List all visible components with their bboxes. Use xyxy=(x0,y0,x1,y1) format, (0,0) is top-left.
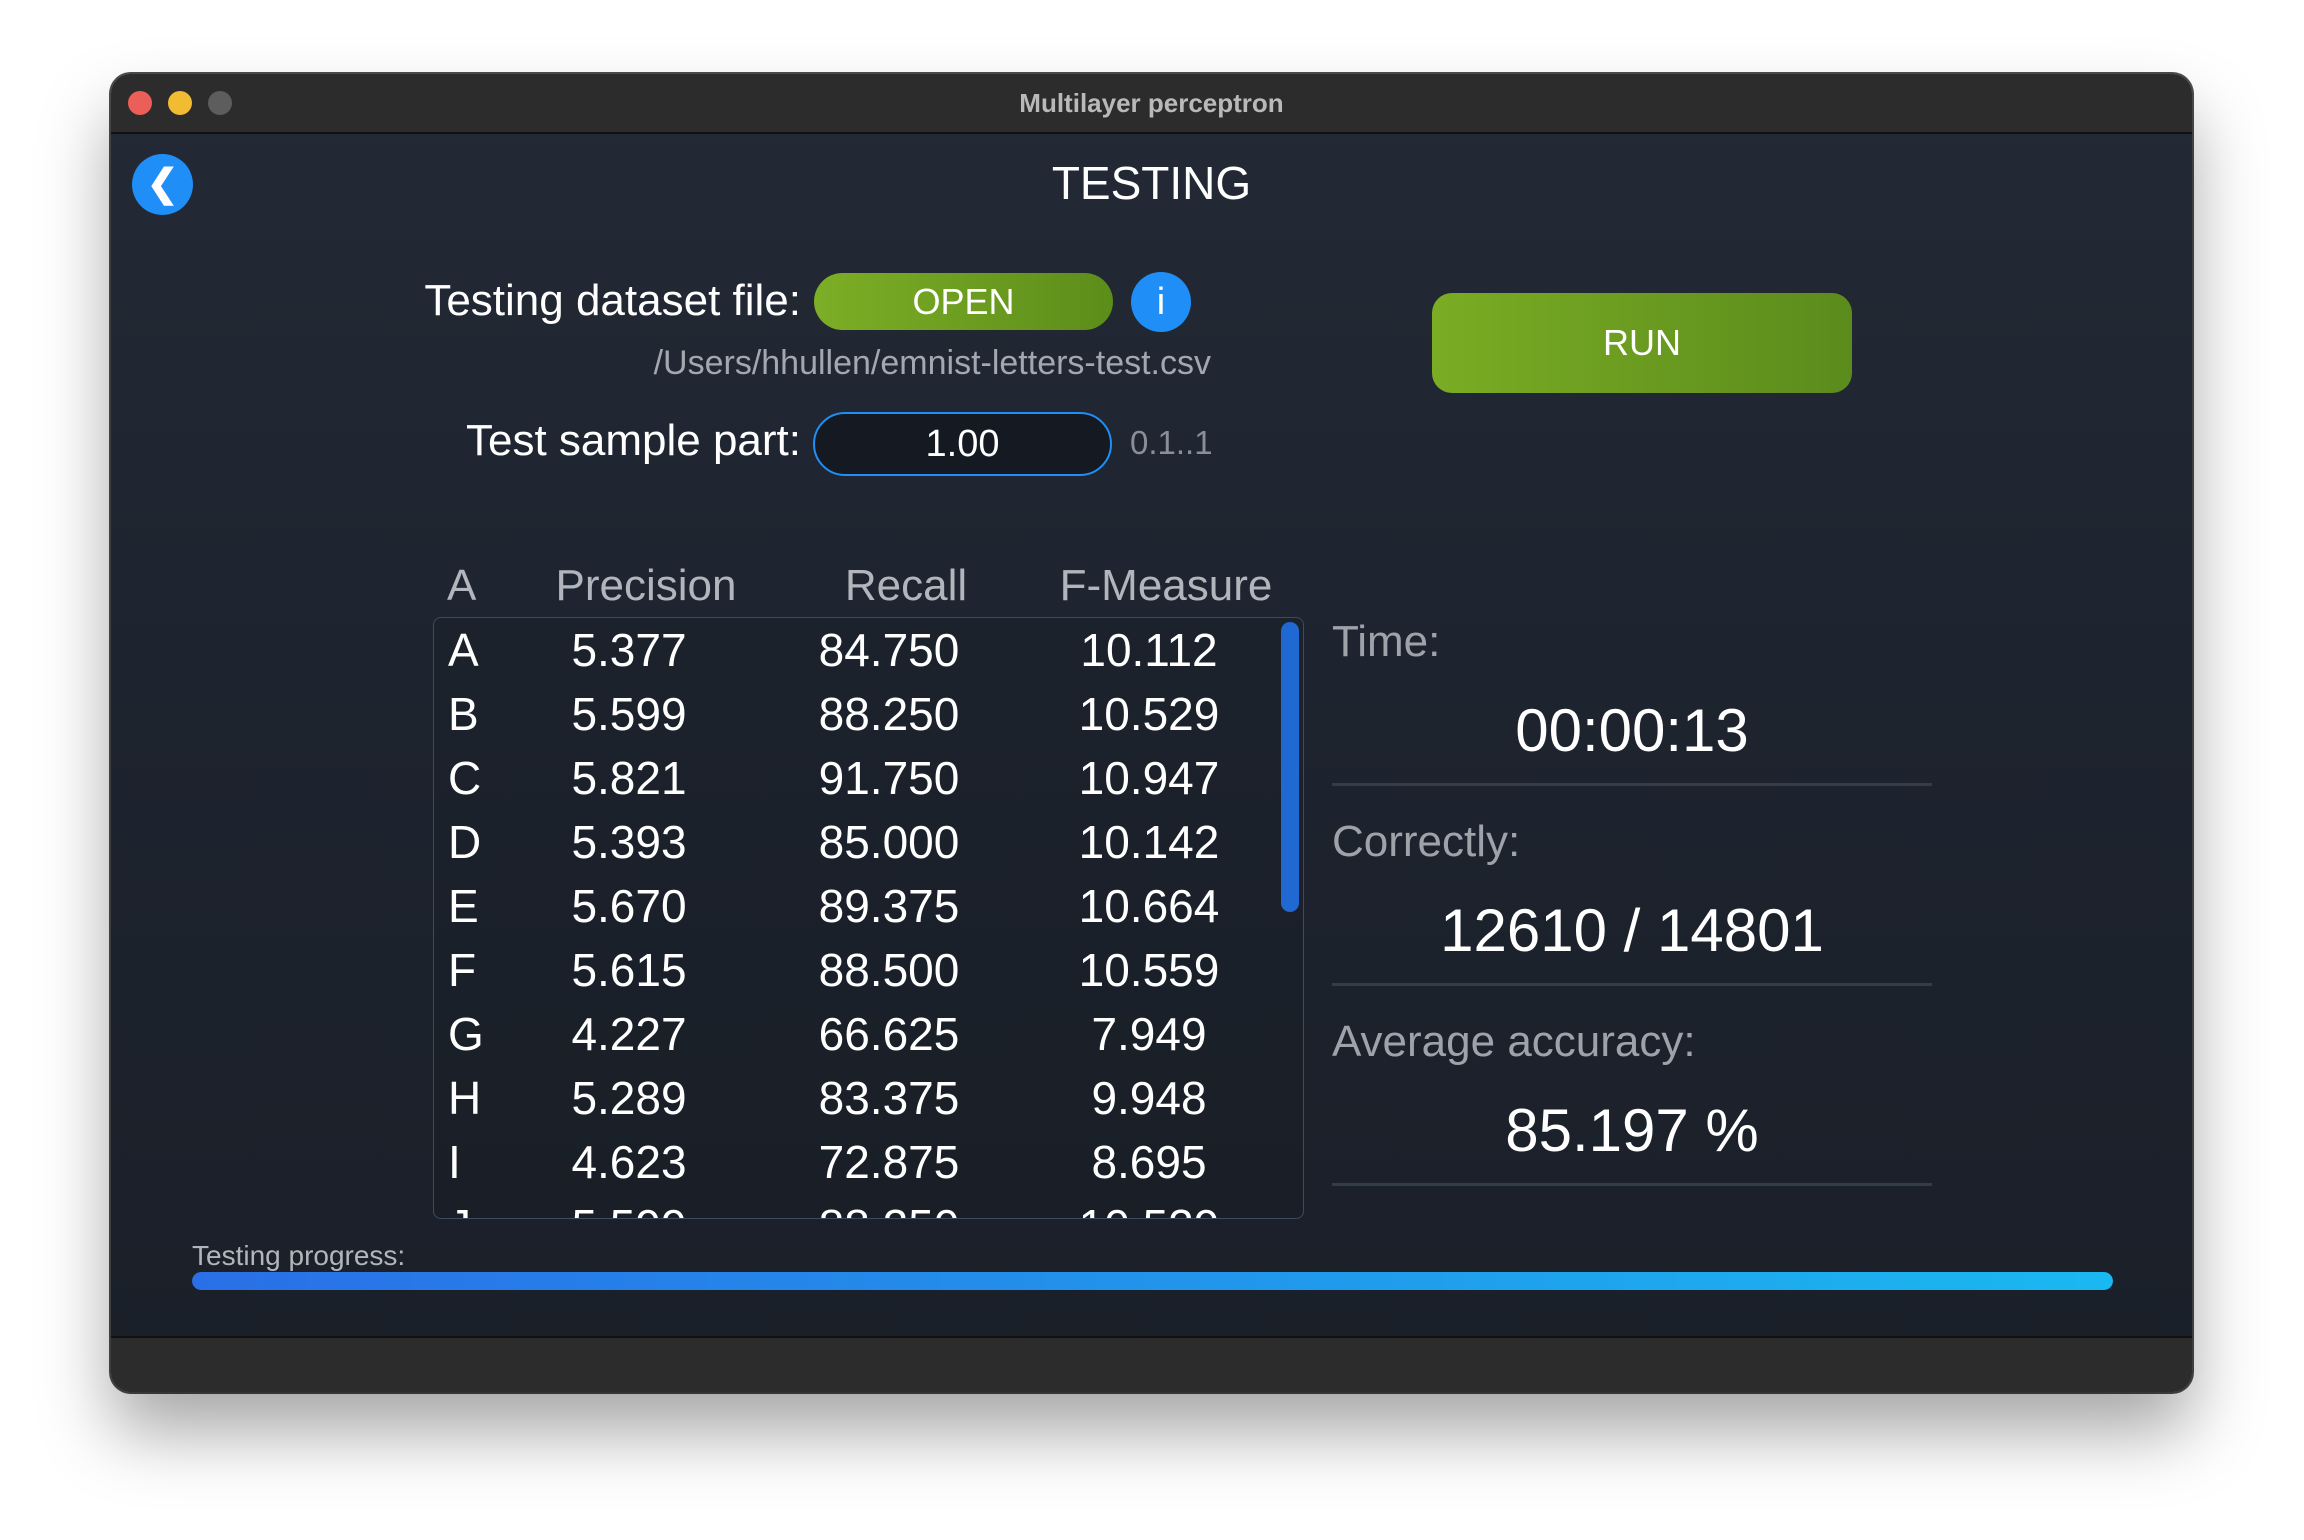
letter-cell: B xyxy=(448,688,479,740)
recall-cell: 85.000 xyxy=(818,816,960,868)
sample-range-hint: 0.1..1 xyxy=(1130,424,1213,461)
column-header-recall[interactable]: Recall xyxy=(791,561,1021,611)
recall-cell: 89.375 xyxy=(818,880,960,932)
precision-cell: 5.821 xyxy=(571,752,687,804)
precision-cell: 4.227 xyxy=(571,1008,687,1060)
progress-fill xyxy=(192,1272,2113,1290)
column-header-f-measure[interactable]: F-Measure xyxy=(1031,561,1301,611)
f-measure-cell: 10.112 xyxy=(1080,624,1218,676)
letter-cell: A xyxy=(448,624,479,676)
precision-cell: 5.377 xyxy=(571,624,687,676)
column-header-letter[interactable]: A xyxy=(447,561,476,611)
f-measure-cell: 10.947 xyxy=(1078,752,1220,804)
f-measure-cell: 10.142 xyxy=(1078,816,1220,868)
f-measure-cell: 10.529 xyxy=(1034,1194,1264,1218)
f-measure-cell: 10.529 xyxy=(1078,688,1220,740)
divider xyxy=(1332,983,1932,986)
precision-cell: 4.623 xyxy=(571,1136,687,1188)
precision-cell: 5.393 xyxy=(571,816,687,868)
precision-cell: 5.615 xyxy=(571,944,687,996)
letter-cell: E xyxy=(448,880,479,932)
table-row[interactable]: F 5.615 88.500 10.559 xyxy=(434,938,1303,1002)
run-button[interactable]: RUN xyxy=(1432,293,1852,393)
accuracy-label: Average accuracy: xyxy=(1332,1017,1696,1066)
f-measure-cell: 7.949 xyxy=(1091,1008,1207,1060)
info-icon: i xyxy=(1156,281,1166,323)
app-window: Multilayer perceptron ❮ TESTING Testing … xyxy=(111,74,2192,1392)
column-header-precision[interactable]: Precision xyxy=(531,561,761,611)
scrollbar-thumb[interactable] xyxy=(1281,622,1299,912)
recall-cell: 84.750 xyxy=(818,624,960,676)
progress-label: Testing progress: xyxy=(192,1240,406,1271)
page-title: TESTING xyxy=(1051,157,1252,209)
file-path: /Users/hhullen/emnist-letters-test.csv xyxy=(653,344,1211,382)
f-measure-cell: 10.559 xyxy=(1078,944,1220,996)
table-row[interactable]: E 5.670 89.375 10.664 xyxy=(434,874,1303,938)
letter-cell: J xyxy=(448,1194,482,1218)
metrics-table[interactable]: A 5.377 84.750 10.112 B 5.599 88.250 10.… xyxy=(433,617,1304,1219)
title-bar: Multilayer perceptron xyxy=(111,74,2192,134)
table-row[interactable]: H 5.289 83.375 9.948 xyxy=(434,1066,1303,1130)
table-row[interactable]: J 5.599 88.250 10.529 xyxy=(434,1194,1303,1218)
recall-cell: 72.875 xyxy=(818,1136,960,1188)
table-row[interactable]: B 5.599 88.250 10.529 xyxy=(434,682,1303,746)
precision-cell: 5.599 xyxy=(571,688,687,740)
recall-cell: 88.250 xyxy=(774,1194,1004,1218)
table-row[interactable]: G 4.227 66.625 7.949 xyxy=(434,1002,1303,1066)
recall-cell: 66.625 xyxy=(818,1008,960,1060)
info-button[interactable]: i xyxy=(1131,272,1191,332)
recall-cell: 91.750 xyxy=(818,752,960,804)
testing-progress-bar xyxy=(192,1272,2113,1290)
recall-cell: 88.500 xyxy=(818,944,960,996)
f-measure-cell: 9.948 xyxy=(1091,1072,1207,1124)
precision-cell: 5.289 xyxy=(571,1072,687,1124)
accuracy-value: 85.197 % xyxy=(1505,1097,1759,1164)
table-row[interactable]: I 4.623 72.875 8.695 xyxy=(434,1130,1303,1194)
table-row[interactable]: C 5.821 91.750 10.947 xyxy=(434,746,1303,810)
table-row[interactable]: A 5.377 84.750 10.112 xyxy=(434,618,1303,682)
sample-part-input[interactable]: 1.00 xyxy=(813,412,1112,476)
divider xyxy=(1332,783,1932,786)
f-measure-cell: 8.695 xyxy=(1091,1136,1207,1188)
table-scrollbar[interactable] xyxy=(1278,622,1300,1214)
dataset-file-label: Testing dataset file: xyxy=(424,276,801,325)
letter-cell: H xyxy=(448,1072,482,1124)
divider xyxy=(1332,1183,1932,1186)
correctly-value: 12610 / 14801 xyxy=(1440,897,1824,964)
open-file-button[interactable]: OPEN xyxy=(814,273,1113,330)
letter-cell: G xyxy=(448,1008,484,1060)
recall-cell: 88.250 xyxy=(818,688,960,740)
letter-cell: C xyxy=(448,752,482,804)
letter-cell: I xyxy=(448,1136,461,1188)
f-measure-cell: 10.664 xyxy=(1078,880,1220,932)
letter-cell: F xyxy=(448,944,477,996)
precision-cell: 5.670 xyxy=(571,880,687,932)
correctly-label: Correctly: xyxy=(1332,817,1521,866)
window-title: Multilayer perceptron xyxy=(1019,88,1284,118)
status-bar xyxy=(111,1336,2192,1392)
precision-cell: 5.599 xyxy=(514,1194,744,1218)
time-label: Time: xyxy=(1332,617,1441,666)
recall-cell: 83.375 xyxy=(818,1072,960,1124)
sample-part-label: Test sample part: xyxy=(465,416,801,465)
table-row[interactable]: D 5.393 85.000 10.142 xyxy=(434,810,1303,874)
time-value: 00:00:13 xyxy=(1515,697,1749,764)
letter-cell: D xyxy=(448,816,482,868)
